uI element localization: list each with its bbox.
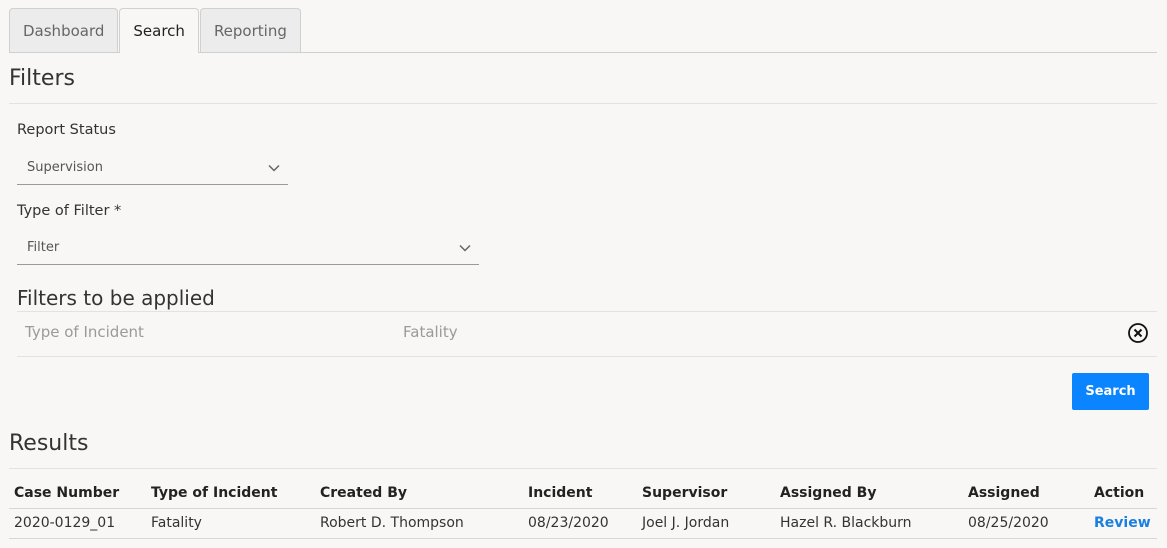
- remove-filter-icon[interactable]: [1127, 322, 1149, 344]
- applied-filter-value: Fatality: [403, 323, 458, 341]
- applied-filters-title: Filters to be applied: [17, 286, 215, 310]
- column-header[interactable]: Supervisor: [637, 478, 775, 509]
- search-page: Dashboard Search Reporting Filters Repor…: [0, 0, 1167, 548]
- table-row: 2020-0129_01 Fatality Robert D. Thompson…: [9, 508, 1157, 539]
- report-status-select[interactable]: Supervision: [17, 151, 288, 185]
- review-link[interactable]: Review: [1094, 515, 1151, 531]
- tab-reporting[interactable]: Reporting: [199, 8, 301, 52]
- column-header: Action: [1089, 478, 1157, 509]
- incident-date-cell: 08/23/2020: [523, 508, 637, 539]
- results-table: Case Number Type of Incident Created By …: [9, 478, 1157, 539]
- filter-type-label: Type of Filter *: [17, 203, 122, 219]
- action-cell: Review: [1089, 508, 1157, 539]
- incident-type-cell: Fatality: [146, 508, 315, 539]
- assigned-date-cell: 08/25/2020: [963, 508, 1089, 539]
- report-status-value: Supervision: [27, 160, 103, 175]
- filter-type-select[interactable]: Filter: [17, 231, 479, 265]
- results-divider: [9, 468, 1157, 469]
- applied-filter-key: Type of Incident: [25, 323, 144, 341]
- column-header[interactable]: Created By: [315, 478, 523, 509]
- filters-divider: [9, 103, 1157, 104]
- column-header[interactable]: Type of Incident: [146, 478, 315, 509]
- chevron-down-icon: [268, 162, 280, 174]
- filters-title: Filters: [9, 66, 75, 91]
- results-title: Results: [9, 431, 89, 456]
- applied-filter-row: Type of Incident Fatality: [17, 311, 1157, 357]
- supervisor-cell: Joel J. Jordan: [637, 508, 775, 539]
- created-by-cell: Robert D. Thompson: [315, 508, 523, 539]
- column-header[interactable]: Assigned By: [775, 478, 963, 509]
- column-header[interactable]: Incident: [523, 478, 637, 509]
- tab-bar: Dashboard Search Reporting: [9, 8, 1157, 53]
- tab-search[interactable]: Search: [119, 8, 199, 53]
- chevron-down-icon: [459, 242, 471, 254]
- column-header[interactable]: Case Number: [9, 478, 146, 509]
- table-header-row: Case Number Type of Incident Created By …: [9, 478, 1157, 509]
- filter-type-value: Filter: [27, 240, 60, 255]
- tab-dashboard[interactable]: Dashboard: [9, 8, 119, 52]
- report-status-label: Report Status: [17, 122, 116, 138]
- column-header[interactable]: Assigned: [963, 478, 1089, 509]
- assigned-by-cell: Hazel R. Blackburn: [775, 508, 963, 539]
- search-button[interactable]: Search: [1072, 373, 1149, 410]
- case-number-cell: 2020-0129_01: [9, 508, 146, 539]
